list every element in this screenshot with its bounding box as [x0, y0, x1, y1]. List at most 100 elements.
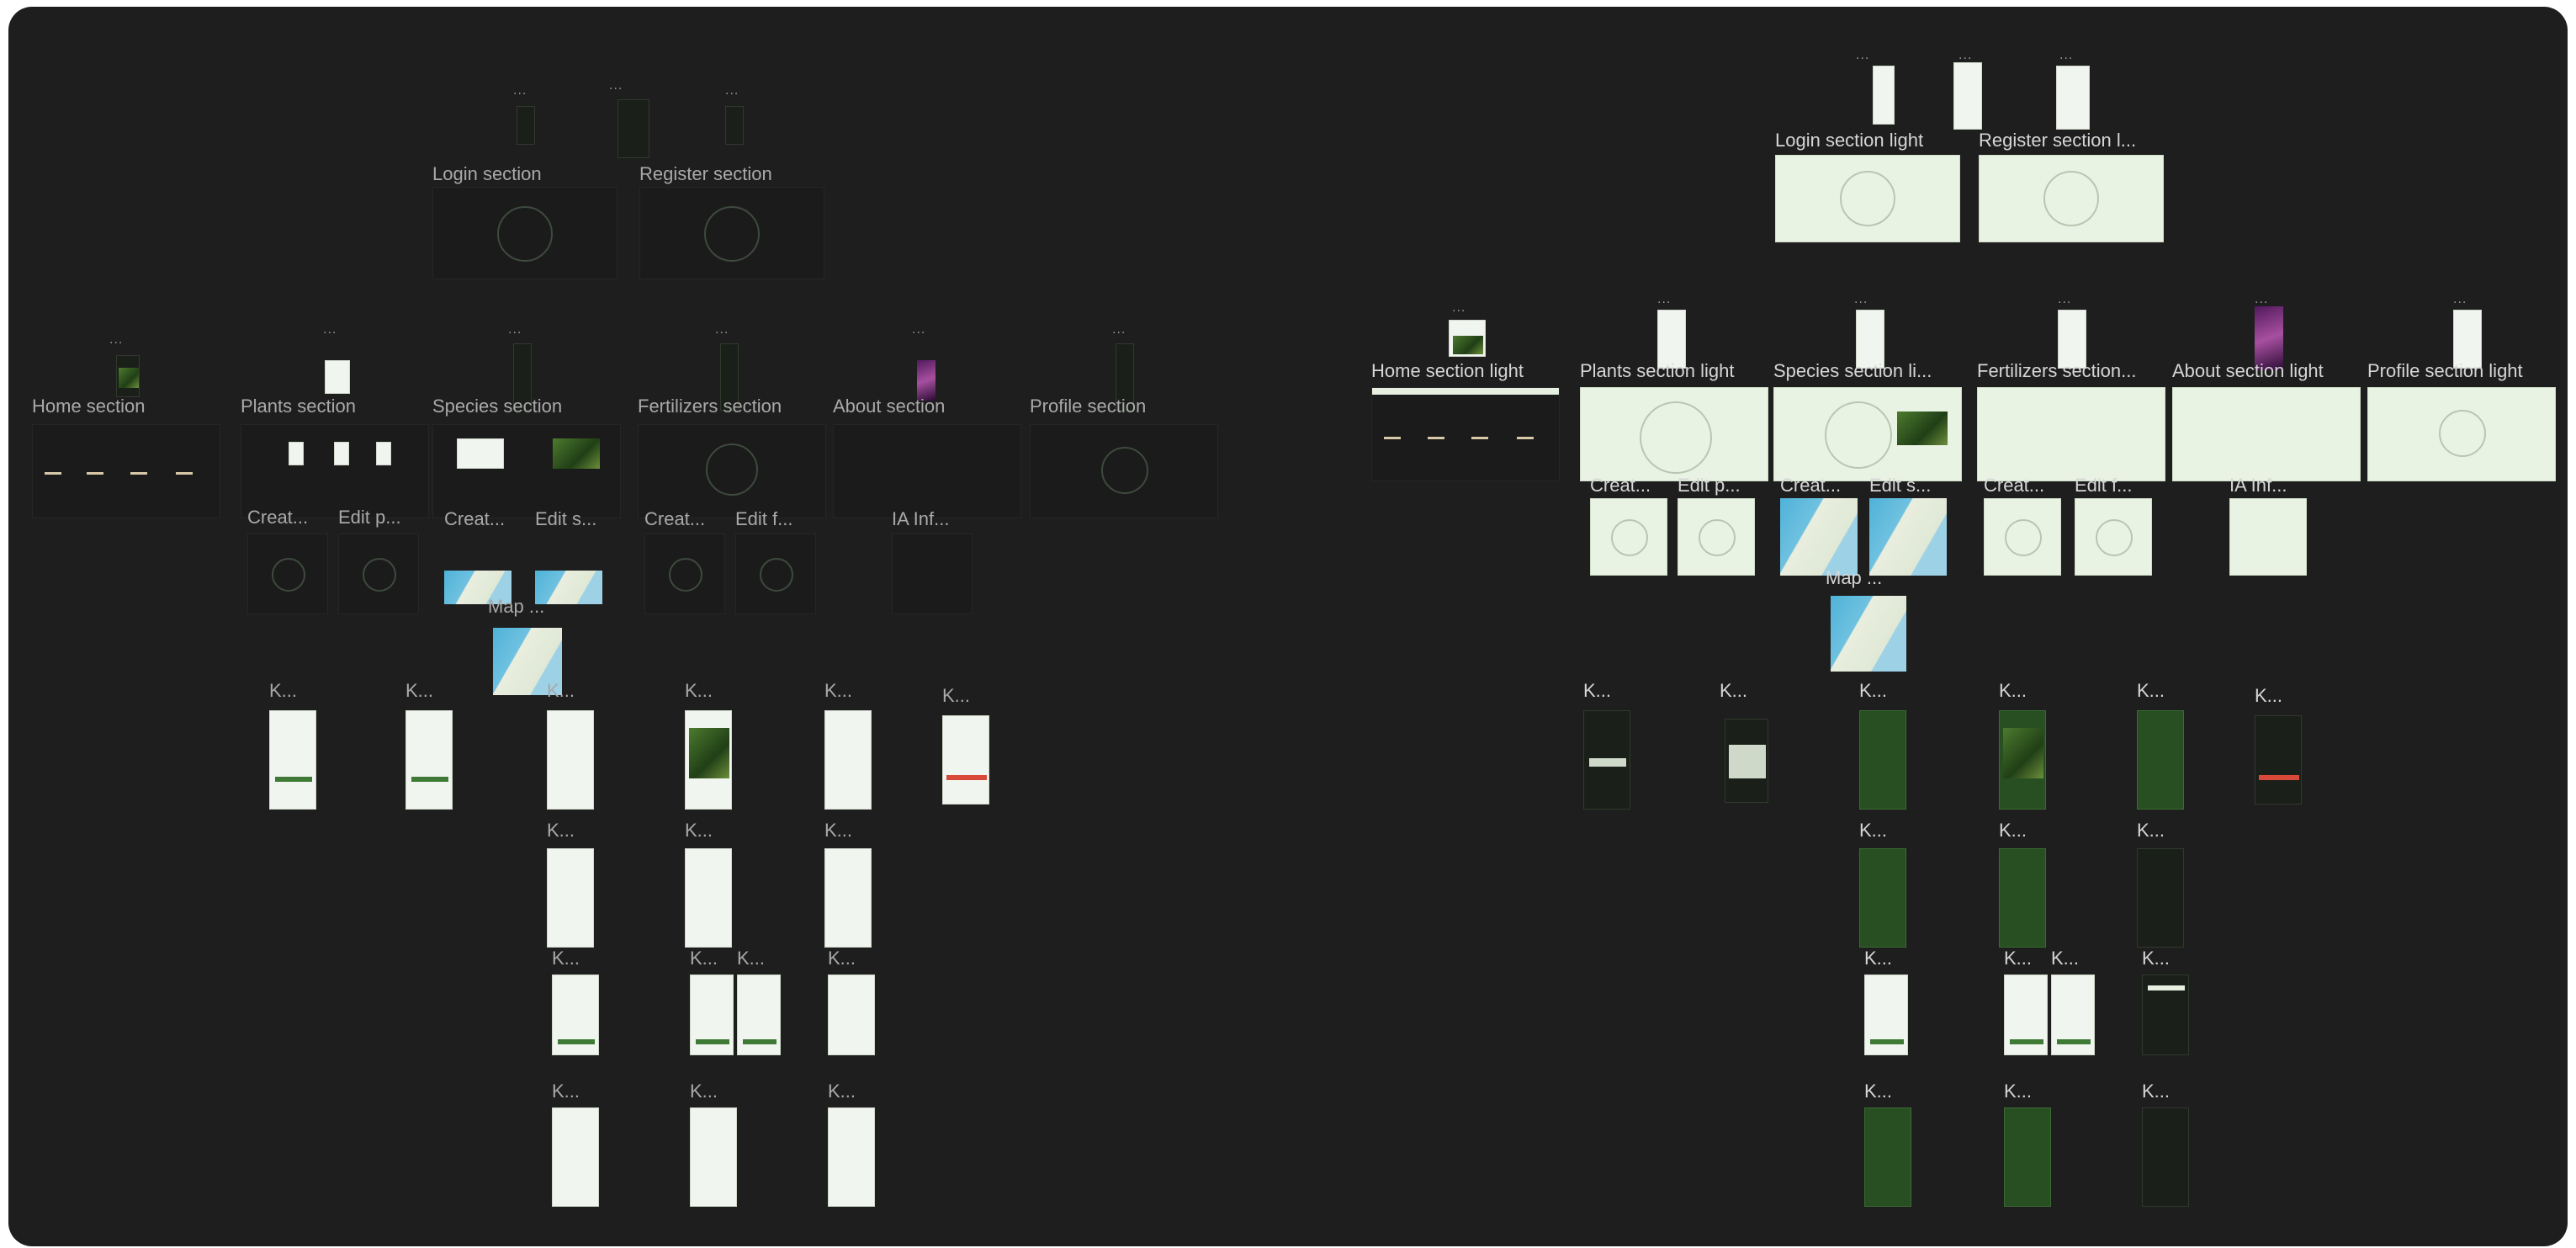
frame-label-k[interactable]: K...: [2142, 948, 2170, 969]
frame-label-k[interactable]: K...: [824, 820, 852, 842]
register-light-phone-preview-2[interactable]: [2056, 66, 2090, 130]
frame-label-edit-plant-light[interactable]: Edit p...: [1678, 475, 1741, 497]
frame-options[interactable]: ...: [1856, 49, 1869, 62]
home-section-light-frame[interactable]: [1371, 387, 1560, 481]
mobile-edit-fert-screen[interactable]: [828, 975, 875, 1055]
register-phone-preview[interactable]: [617, 99, 649, 158]
frame-label-k[interactable]: K...: [690, 1081, 718, 1102]
mobile-register-screen[interactable]: [405, 710, 453, 810]
frame-label-map[interactable]: Map ...: [488, 596, 544, 618]
edit-fert-frame[interactable]: [735, 534, 816, 614]
mobile-create-species-screen[interactable]: [685, 848, 732, 948]
frame-label-home-light[interactable]: Home section light: [1371, 360, 1524, 382]
frame-options[interactable]: ...: [609, 79, 623, 93]
frame-label-k[interactable]: K...: [269, 680, 297, 702]
frame-label-k[interactable]: K...: [1864, 948, 1892, 969]
mobile-edit-fert-dark-screen[interactable]: [2142, 975, 2189, 1055]
frame-label-k[interactable]: K...: [2255, 685, 2282, 707]
frame-label-k[interactable]: K...: [828, 1081, 856, 1102]
frame-label-k[interactable]: K...: [2142, 1081, 2170, 1102]
frame-label-k[interactable]: K...: [1864, 1081, 1892, 1102]
register-light-phone-preview[interactable]: [1953, 62, 1982, 130]
frame-options[interactable]: ...: [1657, 293, 1671, 306]
frame-label-k[interactable]: K...: [2051, 948, 2079, 969]
frame-label-map-light[interactable]: Map ...: [1826, 567, 1882, 589]
frame-label-k[interactable]: K...: [1999, 820, 2027, 842]
frame-label-k[interactable]: K...: [1583, 680, 1611, 702]
frame-label-about[interactable]: About section: [833, 396, 945, 417]
profile-section-light-frame[interactable]: [2367, 387, 2556, 481]
frame-label-k[interactable]: K...: [1999, 680, 2027, 702]
frame-label-ia-light[interactable]: IA Inf...: [2229, 475, 2287, 497]
fertilizers-section-light-frame[interactable]: [1977, 387, 2165, 481]
frame-label-create-fert-light[interactable]: Creat...: [1984, 475, 2044, 497]
frame-label-login[interactable]: Login section: [432, 163, 542, 185]
mobile-plants-green-screen[interactable]: [1859, 710, 1906, 810]
frame-label-create-fert[interactable]: Creat...: [644, 508, 705, 530]
frame-label-login-light[interactable]: Login section light: [1775, 130, 1923, 151]
mobile-edit-plant-screen[interactable]: [552, 975, 599, 1055]
frame-options[interactable]: ...: [2453, 293, 2467, 306]
frame-label-k[interactable]: K...: [1720, 680, 1747, 702]
mobile-detail-plant-screen[interactable]: [552, 1107, 599, 1207]
mobile-profile-screen[interactable]: [942, 715, 989, 805]
frame-label-k[interactable]: K...: [2137, 820, 2165, 842]
frame-options[interactable]: ...: [2059, 49, 2073, 62]
mobile-edit-species-light-screen[interactable]: [2004, 975, 2048, 1055]
mobile-fertilizers-green-screen[interactable]: [2137, 710, 2184, 810]
mobile-edit-species-screen-2[interactable]: [737, 975, 781, 1055]
frame-label-k[interactable]: K...: [2004, 948, 2032, 969]
frame-label-k[interactable]: K...: [942, 685, 970, 707]
mobile-detail-species-green-screen[interactable]: [2004, 1107, 2051, 1207]
mobile-login-dark-screen[interactable]: [1583, 710, 1630, 810]
frame-label-k[interactable]: K...: [828, 948, 856, 969]
plants-phone-preview[interactable]: [325, 360, 350, 394]
edit-species-light-map[interactable]: [1869, 498, 1947, 576]
mobile-edit-species-screen[interactable]: [690, 975, 734, 1055]
frame-label-k[interactable]: K...: [685, 820, 713, 842]
plants-section-light-frame[interactable]: [1580, 387, 1768, 481]
frame-label-k[interactable]: K...: [552, 948, 580, 969]
frame-label-create-plant[interactable]: Creat...: [247, 507, 308, 528]
frame-label-edit-plant[interactable]: Edit p...: [338, 507, 401, 528]
frame-options[interactable]: ...: [323, 323, 337, 337]
frame-label-home[interactable]: Home section: [32, 396, 146, 417]
create-plant-light-frame[interactable]: [1590, 498, 1667, 576]
frame-label-k[interactable]: K...: [690, 948, 718, 969]
frame-options[interactable]: ...: [1959, 49, 1972, 62]
frame-label-create-species[interactable]: Creat...: [444, 508, 505, 530]
frame-options[interactable]: ...: [1854, 293, 1868, 306]
frame-options[interactable]: ...: [2255, 293, 2268, 306]
frame-options[interactable]: ...: [2058, 293, 2071, 306]
ia-info-frame[interactable]: [892, 534, 973, 614]
frame-label-k[interactable]: K...: [405, 680, 433, 702]
about-section-frame[interactable]: [833, 424, 1021, 518]
login-section-light-frame[interactable]: [1775, 155, 1960, 242]
home-phone-preview[interactable]: [116, 355, 140, 397]
frame-label-edit-species[interactable]: Edit s...: [535, 508, 596, 530]
frame-options[interactable]: ...: [513, 84, 527, 98]
mobile-detail-species-screen[interactable]: [690, 1107, 737, 1207]
map-light-frame[interactable]: [1831, 596, 1906, 672]
frame-options[interactable]: ...: [912, 323, 925, 337]
frame-label-k[interactable]: K...: [2004, 1081, 2032, 1102]
frame-label-k[interactable]: K...: [737, 948, 765, 969]
frame-label-edit-fert[interactable]: Edit f...: [735, 508, 792, 530]
frame-label-k[interactable]: K...: [2137, 680, 2165, 702]
frame-label-k[interactable]: K...: [552, 1081, 580, 1102]
frame-label-edit-fert-light[interactable]: Edit f...: [2075, 475, 2132, 497]
frame-options[interactable]: ...: [508, 323, 522, 337]
mobile-detail-fert-dark-screen[interactable]: [2142, 1107, 2189, 1207]
mobile-create-plant-screen[interactable]: [547, 848, 594, 948]
mobile-edit-species-light-screen-2[interactable]: [2051, 975, 2095, 1055]
register-phone-preview-2[interactable]: [725, 106, 744, 145]
frame-label-species[interactable]: Species section: [432, 396, 562, 417]
about-section-light-frame[interactable]: [2172, 387, 2361, 481]
mobile-create-plant-green-screen[interactable]: [1859, 848, 1906, 948]
frame-options[interactable]: ...: [725, 84, 739, 98]
profile-section-frame[interactable]: [1030, 424, 1218, 518]
frame-label-fertilizers-light[interactable]: Fertilizers section...: [1977, 360, 2137, 382]
frame-label-edit-species-light[interactable]: Edit s...: [1869, 475, 1931, 497]
frame-label-plants-light[interactable]: Plants section light: [1580, 360, 1734, 382]
ia-info-light-frame[interactable]: [2229, 498, 2307, 576]
